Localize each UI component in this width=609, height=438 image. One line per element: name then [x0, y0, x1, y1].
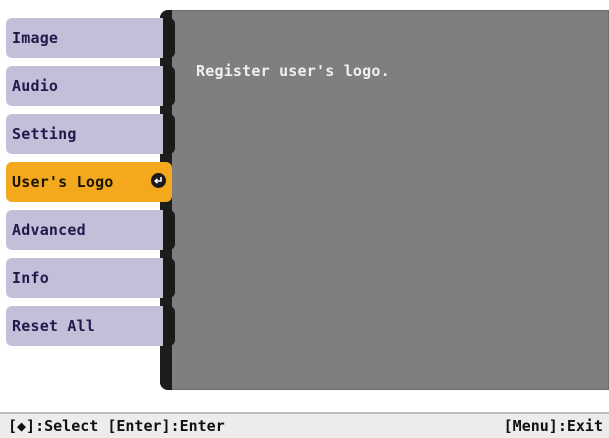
status-bar: [◆]:Select [Enter]:Enter [Menu]:Exit — [0, 412, 609, 438]
menu-item-audio[interactable]: Audio — [6, 66, 175, 106]
menu-item-label: User's Logo — [12, 173, 114, 191]
menu-item-label: Advanced — [12, 221, 86, 239]
menu-item-image[interactable]: Image — [6, 18, 175, 58]
projector-menu-screen: Register user's logo. Image Audio Settin… — [0, 0, 609, 438]
main-menu: Image Audio Setting User's Logo Advanced — [0, 18, 175, 358]
menu-item-info[interactable]: Info — [6, 258, 175, 298]
menu-item-label: Setting — [12, 125, 77, 143]
tab-edge — [163, 306, 175, 346]
tab-edge — [163, 258, 175, 298]
select-hint: [◆]:Select — [8, 417, 99, 435]
menu-item-label: Image — [12, 29, 59, 47]
panel-description: Register user's logo. — [196, 62, 390, 80]
tab-edge — [163, 210, 175, 250]
menu-item-label: Reset All — [12, 317, 96, 335]
tab-edge — [163, 18, 175, 58]
menu-item-setting[interactable]: Setting — [6, 114, 175, 154]
menu-item-users-logo[interactable]: User's Logo — [6, 162, 172, 202]
enter-hint: [Enter]:Enter — [107, 417, 225, 435]
menu-item-label: Audio — [12, 77, 59, 95]
enter-icon — [151, 173, 166, 188]
exit-hint: [Menu]:Exit — [503, 417, 603, 435]
menu-item-label: Info — [12, 269, 49, 287]
tab-edge — [163, 114, 175, 154]
menu-item-reset-all[interactable]: Reset All — [6, 306, 175, 346]
menu-item-advanced[interactable]: Advanced — [6, 210, 175, 250]
status-hints-left: [◆]:Select [Enter]:Enter — [8, 417, 225, 435]
tab-edge — [163, 66, 175, 106]
